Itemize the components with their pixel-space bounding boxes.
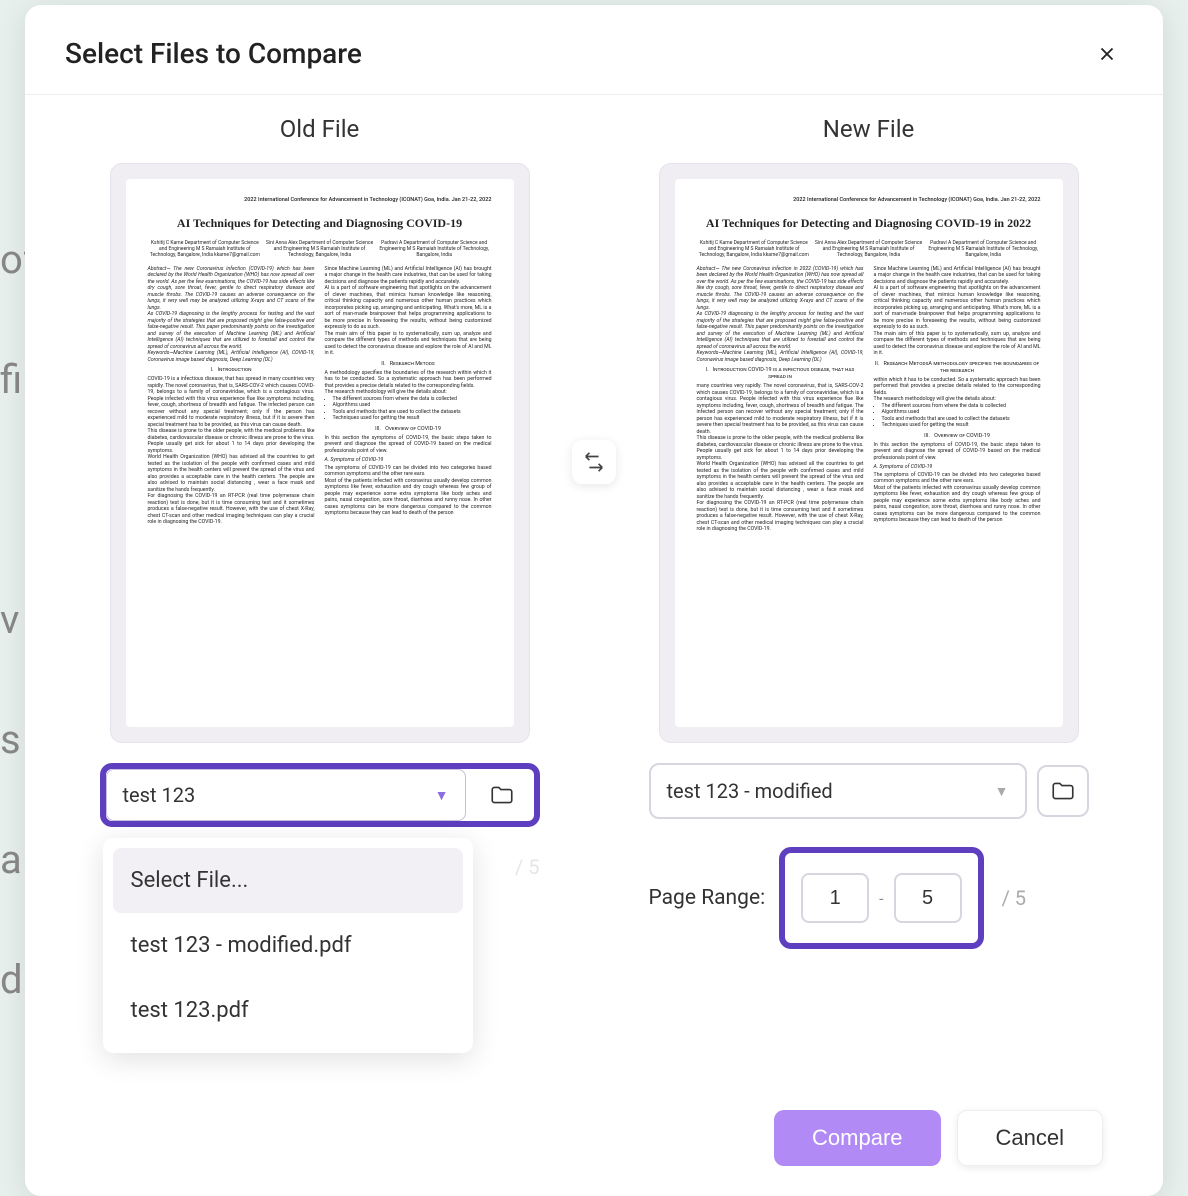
new-file-pane: New File 2022 International Conference f… <box>594 115 1143 1196</box>
old-file-page-thumbnail: 2022 International Conference for Advanc… <box>126 179 514 727</box>
conference-header: 2022 International Conference for Advanc… <box>697 197 1041 204</box>
caret-down-icon: ▼ <box>995 783 1009 800</box>
dropdown-item-modified[interactable]: test 123 - modified.pdf <box>113 913 463 978</box>
cancel-button[interactable]: Cancel <box>957 1110 1103 1166</box>
folder-icon <box>489 782 515 808</box>
swap-files-button[interactable] <box>572 440 616 484</box>
document-title: AI Techniques for Detecting and Diagnosi… <box>148 216 492 230</box>
author: Sini Anna Alex Department of Computer Sc… <box>811 240 926 258</box>
page-range-from-input[interactable] <box>801 873 869 923</box>
new-file-preview[interactable]: 2022 International Conference for Advanc… <box>659 163 1079 743</box>
new-file-page-thumbnail: 2022 International Conference for Advanc… <box>675 179 1063 727</box>
old-file-preview[interactable]: 2022 International Conference for Advanc… <box>110 163 530 743</box>
author: Padravi A Department of Computer Science… <box>926 240 1041 258</box>
range-dash: - <box>879 889 883 908</box>
old-file-browse-button[interactable] <box>476 769 528 821</box>
old-file-select-row: test 123 ▼ Select File... test 123 - mod… <box>100 763 540 827</box>
old-page-range-total: / 5 <box>515 855 539 879</box>
modal-header: Select Files to Compare <box>25 5 1163 95</box>
old-file-label: Old File <box>280 115 360 143</box>
new-file-dropdown-value: test 123 - modified <box>667 779 833 803</box>
author: Sini Anna Alex Department of Computer Sc… <box>262 240 377 258</box>
folder-icon <box>1050 778 1076 804</box>
new-file-browse-button[interactable] <box>1037 765 1089 817</box>
new-file-dropdown[interactable]: test 123 - modified ▼ <box>649 763 1027 819</box>
close-icon <box>1096 43 1118 65</box>
old-file-dropdown[interactable]: test 123 ▼ Select File... test 123 - mod… <box>106 769 466 821</box>
page-range-total: / 5 <box>1002 886 1026 910</box>
new-page-range-row: Page Range: - / 5 <box>649 847 1089 949</box>
new-page-range-inputs: - <box>779 847 983 949</box>
page-range-label: Page Range: <box>649 886 766 910</box>
close-button[interactable] <box>1091 38 1123 70</box>
author: Kshitij C Karne Department of Computer S… <box>697 240 812 258</box>
dropdown-item-original[interactable]: test 123.pdf <box>113 978 463 1043</box>
author: Padravi A Department of Computer Science… <box>377 240 492 258</box>
authors-block: Kshitij C Karne Department of Computer S… <box>697 240 1041 258</box>
page-range-to-input[interactable] <box>894 873 962 923</box>
compare-files-modal: Select Files to Compare Old File 2022 In… <box>25 5 1163 1196</box>
old-file-dropdown-value: test 123 <box>123 783 196 807</box>
new-file-controls: test 123 - modified ▼ Page Range: - / 5 <box>649 763 1089 949</box>
old-file-pane: Old File 2022 International Conference f… <box>45 115 594 1196</box>
conference-header: 2022 International Conference for Advanc… <box>148 197 492 204</box>
old-file-controls: test 123 ▼ Select File... test 123 - mod… <box>100 763 540 879</box>
document-title: AI Techniques for Detecting and Diagnosi… <box>697 216 1041 230</box>
compare-button[interactable]: Compare <box>774 1110 940 1166</box>
new-file-label: New File <box>823 115 915 143</box>
modal-body: Old File 2022 International Conference f… <box>25 95 1163 1196</box>
swap-icon <box>583 451 605 473</box>
modal-actions: Compare Cancel <box>774 1110 1103 1166</box>
caret-down-icon: ▼ <box>435 787 449 804</box>
old-file-dropdown-menu: Select File... test 123 - modified.pdf t… <box>103 838 473 1053</box>
modal-title: Select Files to Compare <box>65 37 362 70</box>
author: Kshitij C Karne Department of Computer S… <box>148 240 263 258</box>
new-file-select-row: test 123 - modified ▼ <box>649 763 1089 819</box>
dropdown-item-select-file[interactable]: Select File... <box>113 848 463 913</box>
authors-block: Kshitij C Karne Department of Computer S… <box>148 240 492 258</box>
